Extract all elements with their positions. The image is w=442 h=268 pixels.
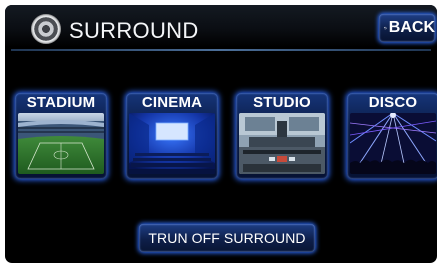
back-button[interactable]: BACK	[379, 14, 435, 42]
studio-image	[239, 113, 325, 174]
mode-studio-button[interactable]: STUDIO	[236, 93, 328, 179]
speaker-icon	[31, 14, 61, 44]
mode-stadium-button[interactable]: STADIUM	[15, 93, 107, 179]
mode-label: CINEMA	[141, 94, 203, 111]
mode-label: DISCO	[368, 94, 418, 111]
back-button-label: BACK	[388, 19, 435, 36]
disco-image	[350, 113, 436, 174]
cinema-image	[129, 113, 215, 174]
header-divider	[11, 49, 431, 51]
back-arrow-icon	[384, 26, 387, 30]
mode-disco-button[interactable]: DISCO	[347, 93, 437, 179]
mode-label: STADIUM	[26, 94, 96, 111]
mode-cinema-button[interactable]: CINEMA	[126, 93, 218, 179]
turn-off-surround-button[interactable]: TRUN OFF SURROUND	[139, 224, 315, 252]
page-title: SURROUND	[69, 18, 199, 43]
stadium-image	[18, 113, 104, 174]
header-bar: SURROUND BACK	[5, 5, 437, 47]
mode-label: STUDIO	[253, 94, 311, 111]
surround-screen: SURROUND BACK STADIUM CINEMA STUDIO DISC…	[5, 5, 437, 263]
